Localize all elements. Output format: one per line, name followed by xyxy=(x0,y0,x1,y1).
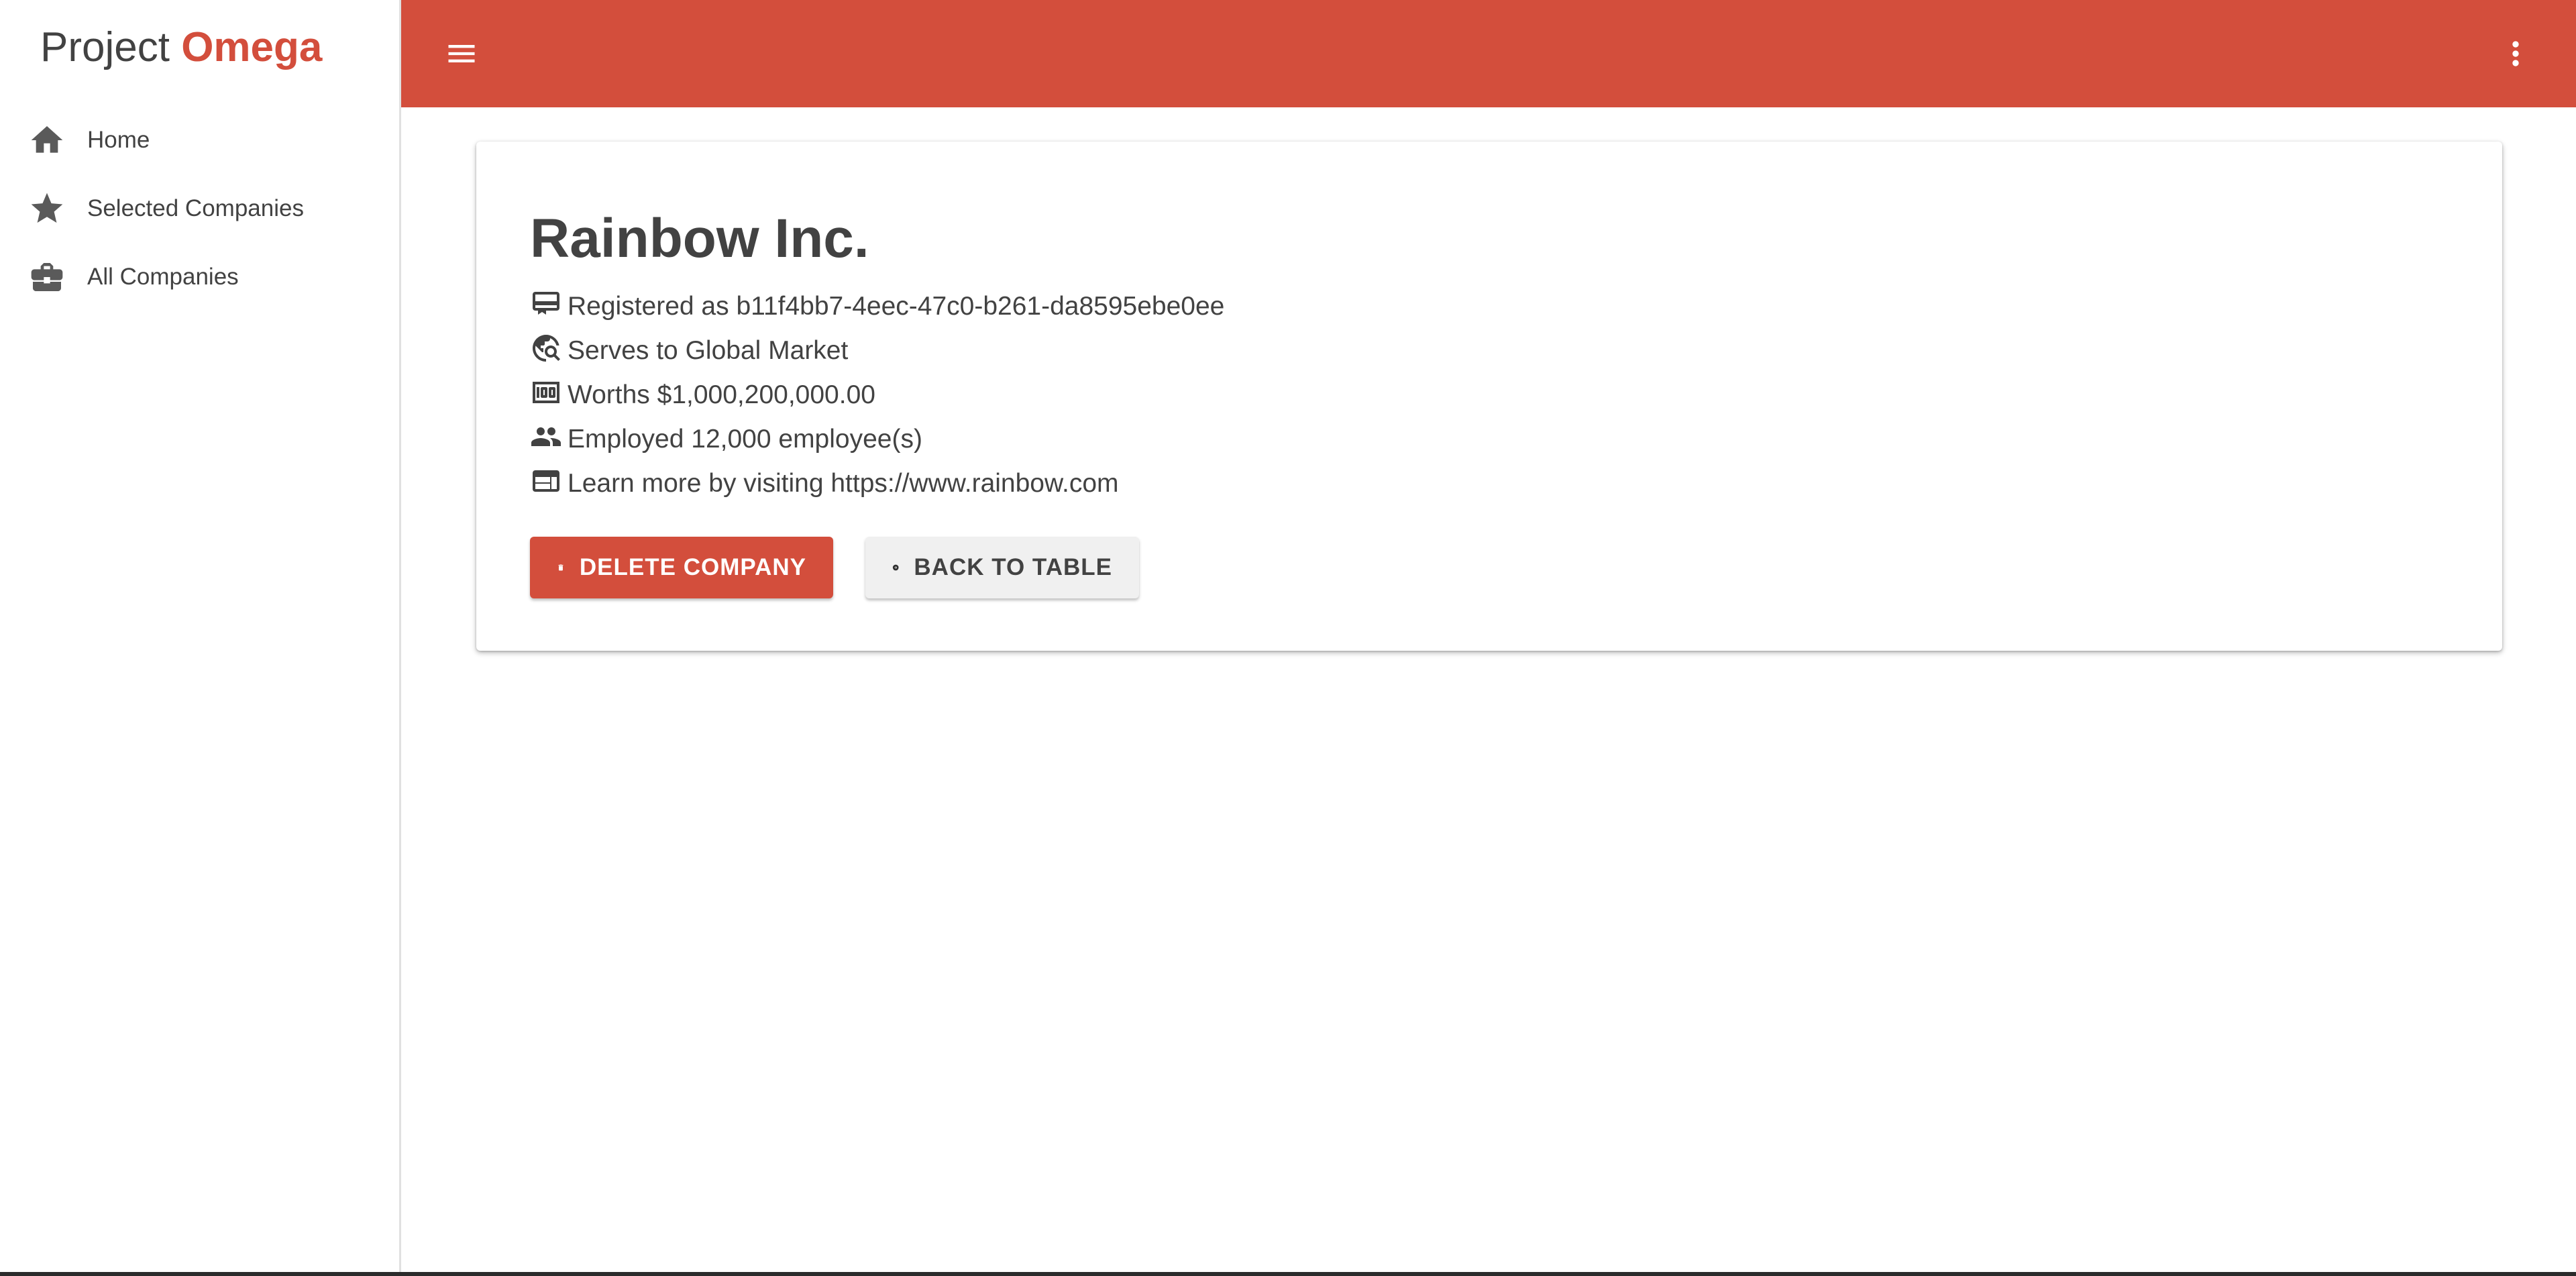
sidebar-item-label: All Companies xyxy=(87,264,239,290)
registration-icon xyxy=(530,288,562,320)
sidebar-item-home[interactable]: Home xyxy=(0,106,399,174)
detail-text: Employed 12,000 employee(s) xyxy=(568,425,922,454)
delete-company-button[interactable]: DELETE COMPANY xyxy=(530,537,833,598)
company-card: Rainbow Inc. Registered as b11f4bb7-4eec… xyxy=(476,142,2502,651)
detail-text: Learn more by visiting https://www.rainb… xyxy=(568,469,1119,498)
travel-explore-icon xyxy=(530,332,562,364)
people-icon xyxy=(530,421,562,453)
sidebar-nav: Home Selected Companies All Companies xyxy=(0,106,399,311)
web-icon xyxy=(530,465,562,497)
app-root: Project Omega Home Selected Companies Al… xyxy=(0,0,2576,1276)
detail-text: Registered as b11f4bb7-4eec-47c0-b261-da… xyxy=(568,292,1225,321)
card-actions: DELETE COMPANY BACK TO TABLE xyxy=(530,537,1139,598)
home-icon xyxy=(27,120,67,160)
sidebar: Project Omega Home Selected Companies Al… xyxy=(0,0,401,1272)
arrow-circle-right-icon xyxy=(892,564,899,571)
company-name: Rainbow Inc. xyxy=(530,208,869,269)
more-options-button[interactable] xyxy=(2496,34,2536,74)
top-app-bar xyxy=(401,0,2576,107)
sidebar-item-all-companies[interactable]: All Companies xyxy=(0,243,399,311)
company-details: Registered as b11f4bb7-4eec-47c0-b261-da… xyxy=(530,288,1224,509)
sidebar-item-label: Home xyxy=(87,127,150,153)
trash-icon xyxy=(558,564,564,571)
detail-text: Worths $1,000,200,000.00 xyxy=(568,380,875,409)
detail-website: Learn more by visiting https://www.rainb… xyxy=(530,465,1224,509)
window-bottom-edge xyxy=(0,1272,2576,1276)
detail-text: Serves to Global Market xyxy=(568,336,849,365)
app-brand[interactable]: Project Omega xyxy=(40,19,322,76)
detail-market: Serves to Global Market xyxy=(530,332,1224,376)
detail-registration: Registered as b11f4bb7-4eec-47c0-b261-da… xyxy=(530,288,1224,332)
delete-company-label: DELETE COMPANY xyxy=(579,554,806,580)
back-to-table-button[interactable]: BACK TO TABLE xyxy=(865,537,1139,598)
hamburger-menu-icon xyxy=(448,45,475,62)
brand-accent: Omega xyxy=(181,24,323,70)
star-icon xyxy=(27,189,67,229)
back-to-table-label: BACK TO TABLE xyxy=(914,554,1112,580)
briefcase-icon xyxy=(27,257,67,297)
menu-button[interactable] xyxy=(441,34,482,74)
brand-prefix: Project xyxy=(40,24,170,70)
detail-worth: Worths $1,000,200,000.00 xyxy=(530,376,1224,421)
detail-employees: Employed 12,000 employee(s) xyxy=(530,421,1224,465)
sidebar-item-selected-companies[interactable]: Selected Companies xyxy=(0,174,399,243)
sidebar-item-label: Selected Companies xyxy=(87,195,304,221)
more-vert-icon xyxy=(2512,41,2519,66)
money-icon xyxy=(530,376,562,409)
